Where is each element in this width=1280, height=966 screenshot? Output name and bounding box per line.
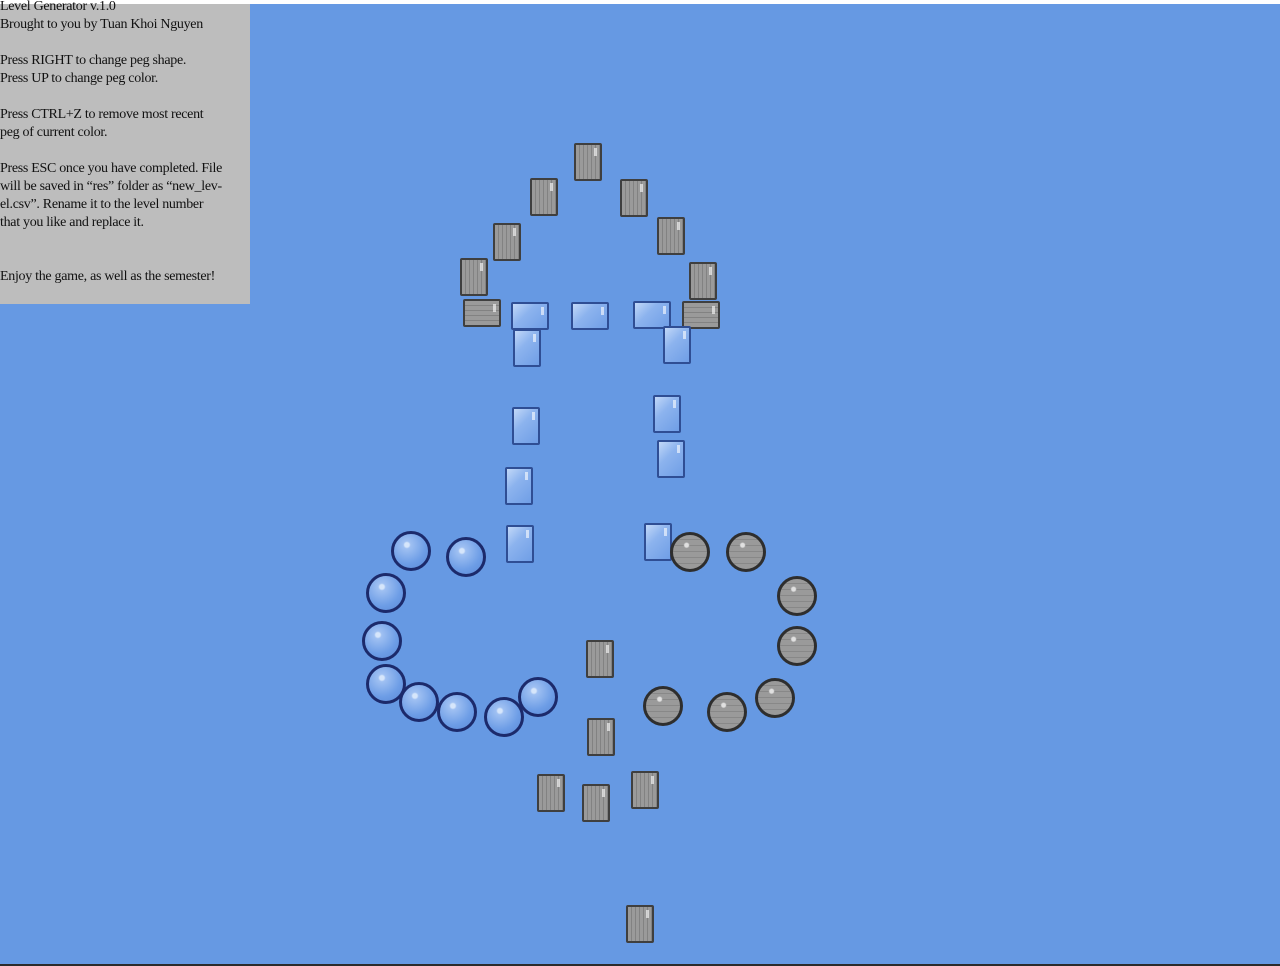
gray-rect-peg[interactable] (460, 258, 488, 296)
blue-rect-peg[interactable] (663, 326, 691, 364)
blue-rect-peg[interactable] (633, 301, 671, 329)
save-hint-line: Press ESC once you have completed. File (0, 161, 222, 176)
blue-rect-peg[interactable] (657, 440, 685, 478)
gray-round-peg[interactable] (670, 532, 710, 572)
save-hint-line: will be saved in “res” folder as “new_le… (0, 179, 222, 194)
gray-rect-peg[interactable] (620, 179, 648, 217)
gray-rect-peg[interactable] (463, 299, 501, 327)
save-hint-line: el.csv”. Rename it to the level number (0, 197, 204, 212)
blue-round-peg[interactable] (446, 537, 486, 577)
gray-rect-peg[interactable] (657, 217, 685, 255)
gray-round-peg[interactable] (726, 532, 766, 572)
gray-round-peg[interactable] (643, 686, 683, 726)
shape-hint: Press RIGHT to change peg shape. (0, 53, 187, 68)
undo-hint-line: peg of current color. (0, 125, 108, 140)
closing-line: Enjoy the game, as well as the semester! (0, 269, 216, 284)
gray-rect-peg[interactable] (626, 905, 654, 943)
blue-round-peg[interactable] (366, 573, 406, 613)
blue-round-peg[interactable] (399, 682, 439, 722)
save-hint-line: that you like and replace it. (0, 215, 144, 230)
gray-round-peg[interactable] (777, 626, 817, 666)
blue-round-peg[interactable] (437, 692, 477, 732)
gray-rect-peg[interactable] (574, 143, 602, 181)
blue-rect-peg[interactable] (511, 302, 549, 330)
blue-round-peg[interactable] (391, 531, 431, 571)
blue-round-peg[interactable] (362, 621, 402, 661)
blue-rect-peg[interactable] (571, 302, 609, 330)
gray-rect-peg[interactable] (587, 718, 615, 756)
gray-rect-peg[interactable] (530, 178, 558, 216)
blue-rect-peg[interactable] (513, 329, 541, 367)
blue-rect-peg[interactable] (506, 525, 534, 563)
blue-rect-peg[interactable] (653, 395, 681, 433)
undo-hint-line: Press CTRL+Z to remove most recent (0, 107, 204, 122)
app-title: Level Generator v.1.0 (0, 0, 116, 14)
gray-round-peg[interactable] (707, 692, 747, 732)
blue-rect-peg[interactable] (644, 523, 672, 561)
gray-rect-peg[interactable] (586, 640, 614, 678)
gray-round-peg[interactable] (777, 576, 817, 616)
gray-rect-peg[interactable] (537, 774, 565, 812)
gray-rect-peg[interactable] (493, 223, 521, 261)
instructions-panel: Level Generator v.1.0 Brought to you by … (0, 0, 250, 304)
gray-rect-peg[interactable] (631, 771, 659, 809)
blue-rect-peg[interactable] (505, 467, 533, 505)
blue-rect-peg[interactable] (512, 407, 540, 445)
blue-round-peg[interactable] (518, 677, 558, 717)
gray-rect-peg[interactable] (682, 301, 720, 329)
gray-rect-peg[interactable] (582, 784, 610, 822)
credit-line: Brought to you by Tuan Khoi Nguyen (0, 17, 203, 32)
gray-round-peg[interactable] (755, 678, 795, 718)
color-hint: Press UP to change peg color. (0, 71, 158, 86)
gray-rect-peg[interactable] (689, 262, 717, 300)
